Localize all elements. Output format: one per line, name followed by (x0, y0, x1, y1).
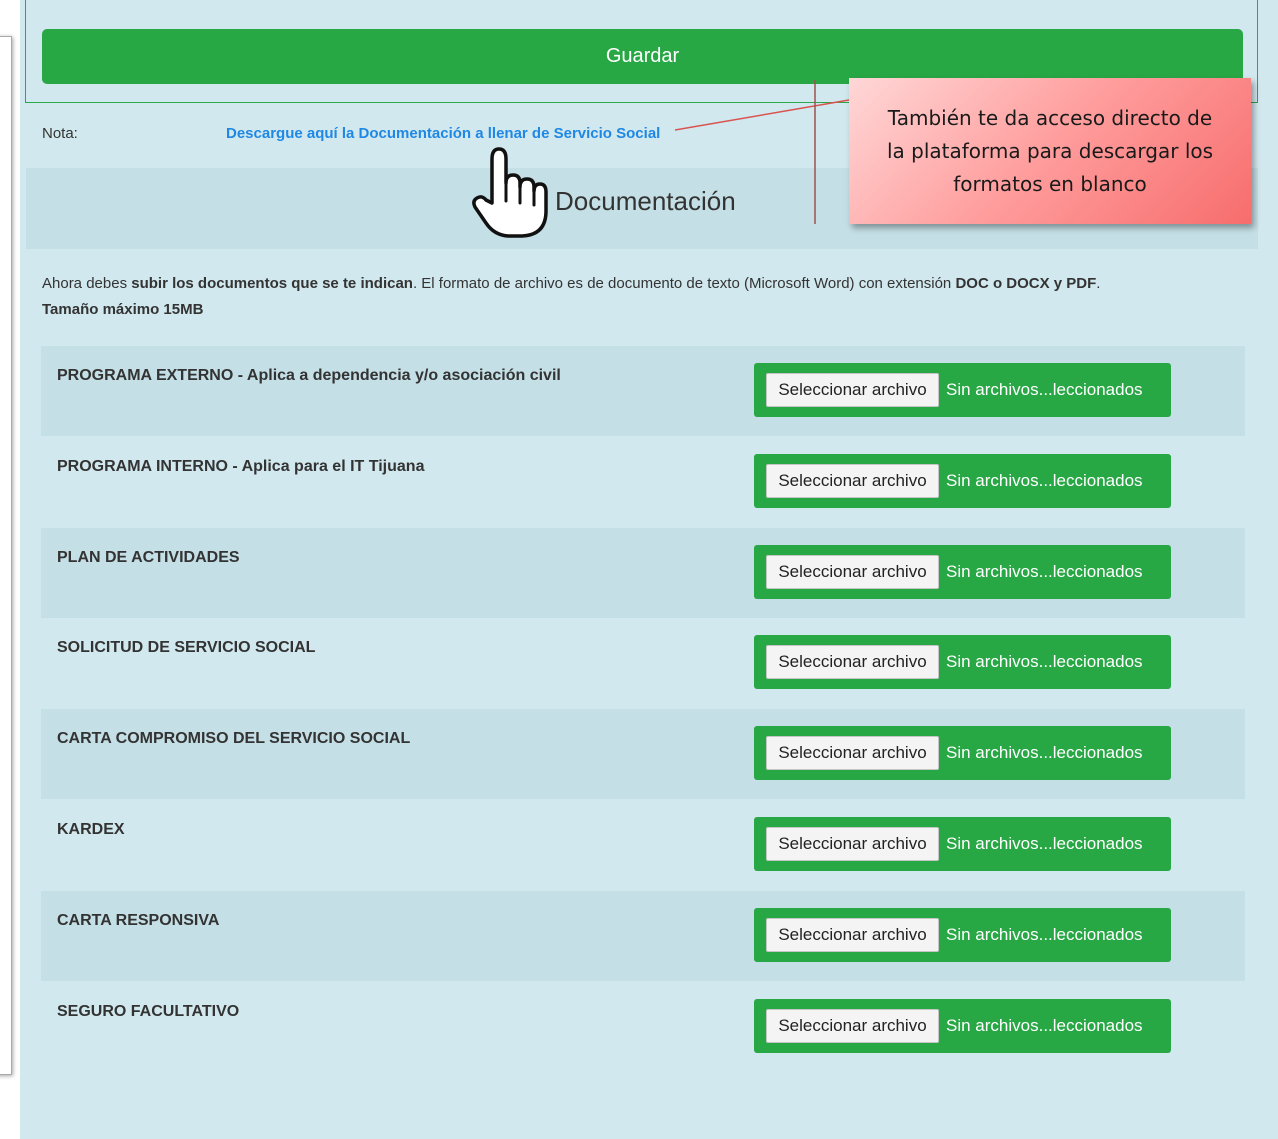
save-button[interactable]: Guardar (42, 29, 1243, 84)
document-label: KARDEX (57, 821, 125, 838)
annotation-callout: También te da acceso directo de la plata… (849, 78, 1251, 224)
document-row-kardex: KARDEX Seleccionar archivo Sin archivos.… (41, 800, 1245, 890)
select-file-button[interactable]: Seleccionar archivo (766, 555, 939, 589)
document-row-solicitud: SOLICITUD DE SERVICIO SOCIAL Seleccionar… (41, 618, 1245, 708)
document-label: PLAN DE ACTIVIDADES (57, 549, 240, 566)
document-label: CARTA RESPONSIVA (57, 912, 220, 929)
hand-pointer-icon (472, 147, 548, 238)
file-input[interactable]: Seleccionar archivo Sin archivos...lecci… (754, 908, 1171, 962)
select-file-button[interactable]: Seleccionar archivo (766, 1009, 939, 1043)
document-row-plan-de-actividades: PLAN DE ACTIVIDADES Seleccionar archivo … (41, 528, 1245, 618)
file-status: Sin archivos...leccionados (946, 380, 1143, 399)
instructions-text-1: Ahora debes (42, 275, 132, 292)
instructions-text-3: . (1096, 275, 1101, 292)
select-file-button[interactable]: Seleccionar archivo (766, 918, 939, 952)
document-row-carta-compromiso: CARTA COMPROMISO DEL SERVICIO SOCIAL Sel… (41, 709, 1245, 799)
file-input[interactable]: Seleccionar archivo Sin archivos...lecci… (754, 545, 1171, 599)
select-file-button[interactable]: Seleccionar archivo (766, 645, 939, 679)
note-label: Nota: (42, 125, 78, 142)
callout-line-2: la plataforma para descargar los (886, 139, 1214, 163)
upload-instructions: Ahora debes subir los documentos que se … (42, 271, 1222, 323)
document-label: PROGRAMA EXTERNO - Aplica a dependencia … (57, 367, 561, 384)
instructions-text-2: . El formato de archivo es de documento … (412, 275, 956, 292)
section-title: Documentación (555, 186, 736, 216)
instructions-max-size: Tamaño máximo 15MB (42, 301, 204, 318)
document-label: CARTA COMPROMISO DEL SERVICIO SOCIAL (57, 730, 411, 747)
file-input[interactable]: Seleccionar archivo Sin archivos...lecci… (754, 817, 1171, 871)
file-input[interactable]: Seleccionar archivo Sin archivos...lecci… (754, 363, 1171, 417)
document-row-seguro-facultativo: SEGURO FACULTATIVO Seleccionar archivo S… (41, 982, 1245, 1072)
file-input[interactable]: Seleccionar archivo Sin archivos...lecci… (754, 635, 1171, 689)
file-status: Sin archivos...leccionados (946, 471, 1143, 490)
file-status: Sin archivos...leccionados (946, 652, 1143, 671)
select-file-button[interactable]: Seleccionar archivo (766, 373, 939, 407)
file-status: Sin archivos...leccionados (946, 562, 1143, 581)
document-label: SOLICITUD DE SERVICIO SOCIAL (57, 639, 316, 656)
file-input[interactable]: Seleccionar archivo Sin archivos...lecci… (754, 999, 1171, 1053)
document-row-carta-responsiva: CARTA RESPONSIVA Seleccionar archivo Sin… (41, 891, 1245, 981)
left-side-panel (0, 36, 12, 1075)
file-input[interactable]: Seleccionar archivo Sin archivos...lecci… (754, 726, 1171, 780)
document-row-programa-externo: PROGRAMA EXTERNO - Aplica a dependencia … (41, 346, 1245, 436)
file-status: Sin archivos...leccionados (946, 1016, 1143, 1035)
select-file-button[interactable]: Seleccionar archivo (766, 736, 939, 770)
file-status: Sin archivos...leccionados (946, 925, 1143, 944)
document-label: PROGRAMA INTERNO - Aplica para el IT Tij… (57, 458, 425, 475)
select-file-button[interactable]: Seleccionar archivo (766, 464, 939, 498)
instructions-bold-1: subir los documentos que se te indican (131, 275, 413, 292)
file-status: Sin archivos...leccionados (946, 743, 1143, 762)
callout-line-1: También te da acceso directo de (887, 106, 1213, 130)
file-status: Sin archivos...leccionados (946, 834, 1143, 853)
callout-line-3: formatos en blanco (953, 172, 1147, 196)
document-label: SEGURO FACULTATIVO (57, 1003, 240, 1020)
file-input[interactable]: Seleccionar archivo Sin archivos...lecci… (754, 454, 1171, 508)
document-row-programa-interno: PROGRAMA INTERNO - Aplica para el IT Tij… (41, 437, 1245, 527)
select-file-button[interactable]: Seleccionar archivo (766, 827, 939, 861)
instructions-bold-2: DOC o DOCX y PDF (955, 275, 1097, 292)
download-documentation-link[interactable]: Descargue aquí la Documentación a llenar… (226, 125, 660, 142)
